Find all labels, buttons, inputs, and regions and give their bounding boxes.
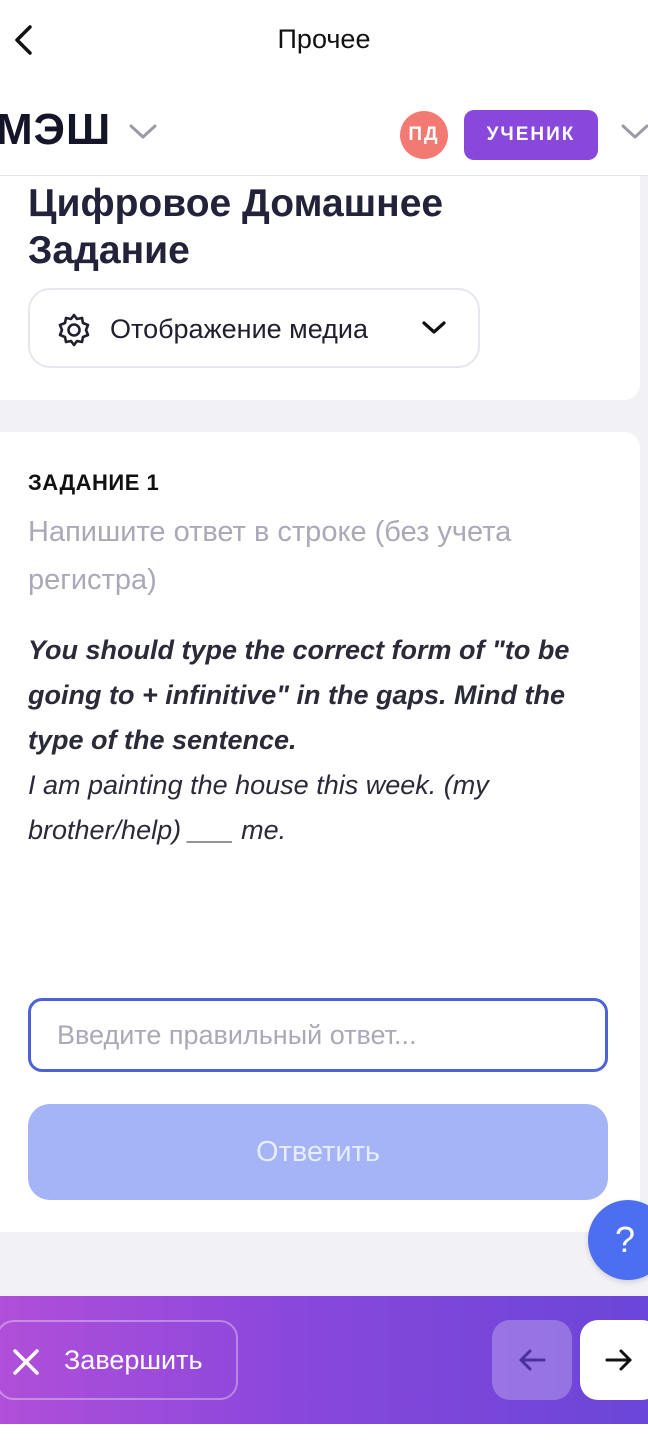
bottom-action-bar: Завершить xyxy=(0,1296,648,1424)
next-task-button[interactable] xyxy=(580,1320,648,1400)
app-logo[interactable]: МЭШ xyxy=(0,108,111,152)
arrow-right-icon xyxy=(605,1349,632,1371)
task-card: ЗАДАНИЕ 1 Напишите ответ в строке (без у… xyxy=(0,432,640,1232)
chevron-down-icon[interactable] xyxy=(128,122,158,142)
finish-button[interactable]: Завершить xyxy=(0,1320,238,1400)
task-question: You should type the correct form of "to … xyxy=(28,628,618,853)
media-display-label: Отображение медиа xyxy=(110,314,369,344)
chevron-down-icon xyxy=(422,321,446,334)
question-mark-icon: ? xyxy=(615,1219,636,1260)
media-display-dropdown[interactable]: Отображение медиа xyxy=(28,288,480,368)
task-sentence: I am painting the house this week. (my b… xyxy=(28,770,489,845)
page-title: Цифровое Домашнее Задание xyxy=(28,182,444,272)
finish-label: Завершить xyxy=(64,1345,203,1375)
close-icon xyxy=(13,1349,39,1375)
assignment-header-card: Цифровое Домашнее Задание Отображение ме… xyxy=(0,176,640,400)
submit-answer-button[interactable]: Ответить xyxy=(28,1104,608,1200)
role-badge[interactable]: УЧЕНИК xyxy=(464,110,598,160)
gear-icon xyxy=(58,313,90,347)
chevron-down-icon[interactable] xyxy=(620,122,648,142)
previous-task-button[interactable] xyxy=(492,1320,572,1400)
arrow-left-icon xyxy=(519,1349,546,1371)
bottom-safe-area xyxy=(0,1424,648,1440)
task-hint: Напишите ответ в строке (без учета регис… xyxy=(28,516,512,596)
task-number-label: ЗАДАНИЕ 1 xyxy=(28,470,160,495)
top-navigation-bar: Прочее xyxy=(0,0,648,82)
answer-input[interactable] xyxy=(28,998,608,1072)
task-instruction: You should type the correct form of "to … xyxy=(28,635,570,755)
app-header: МЭШ ПД УЧЕНИК xyxy=(0,82,648,176)
screen-title: Прочее xyxy=(277,24,371,54)
user-avatar[interactable]: ПД xyxy=(400,111,448,159)
